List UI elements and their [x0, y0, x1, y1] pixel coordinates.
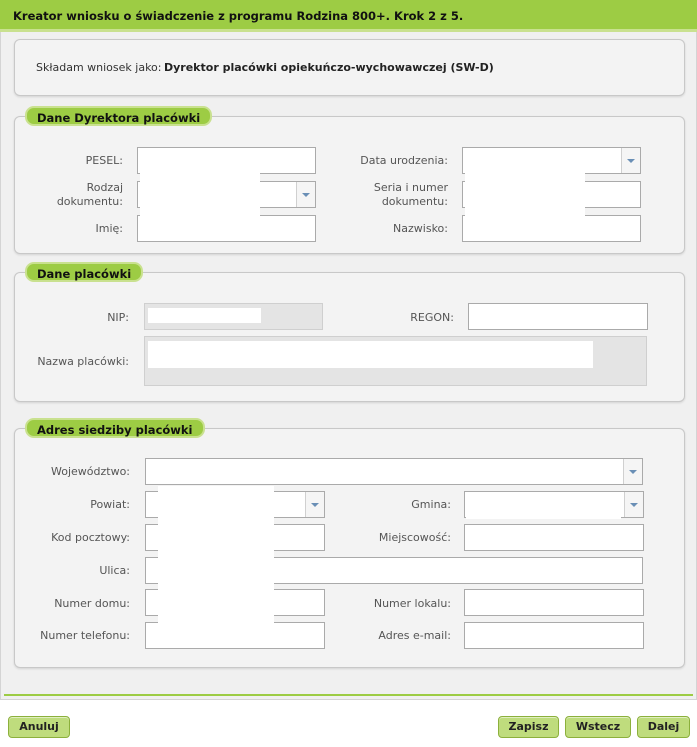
- lastname-label: Nazwisko:: [393, 222, 448, 235]
- institution-name-label: Nazwa placówki:: [37, 355, 129, 368]
- chevron-down-icon[interactable]: [624, 492, 643, 517]
- regon-label: REGON:: [410, 311, 454, 324]
- nip-label: NIP:: [107, 311, 129, 324]
- commune-label: Gmina:: [411, 498, 451, 511]
- redaction-mask: [140, 149, 260, 241]
- footer-divider: [4, 694, 693, 696]
- applicant-panel: Składam wniosek jako: Dyrektor placówki …: [14, 39, 685, 96]
- email-label: Adres e-mail:: [378, 629, 451, 642]
- doctype-label: Rodzaj dokumentu:: [57, 181, 123, 209]
- voivodeship-select[interactable]: [145, 458, 643, 485]
- redaction-mask: [465, 149, 585, 220]
- city-label: Miejscowość:: [378, 531, 451, 544]
- applicant-value: Dyrektor placówki opiekuńczo-wychowawcze…: [164, 61, 494, 74]
- redaction-mask: [466, 493, 621, 519]
- cancel-button[interactable]: Anuluj: [8, 716, 70, 738]
- redaction-mask: [148, 308, 261, 323]
- house-number-label: Numer domu:: [54, 597, 130, 610]
- applicant-label: Składam wniosek jako:: [36, 61, 162, 74]
- street-label: Ulica:: [99, 564, 130, 577]
- next-button[interactable]: Dalej: [637, 716, 690, 738]
- chevron-down-icon[interactable]: [621, 148, 640, 173]
- postcode-label: Kod pocztowy:: [51, 531, 130, 544]
- chevron-down-icon[interactable]: [623, 459, 642, 484]
- pesel-label: PESEL:: [85, 154, 123, 167]
- doctype-label-line2: dokumentu:: [56, 195, 123, 208]
- redaction-mask: [158, 486, 274, 646]
- city-input[interactable]: [464, 524, 644, 551]
- chevron-down-icon[interactable]: [296, 182, 315, 207]
- regon-input[interactable]: [468, 303, 648, 330]
- chevron-down-icon[interactable]: [305, 492, 324, 517]
- voivodeship-label: Województwo:: [50, 465, 130, 478]
- phone-label: Numer telefonu:: [40, 629, 130, 642]
- email-input[interactable]: [464, 622, 644, 649]
- docnumber-label: Seria i numer dokumentu:: [374, 181, 448, 209]
- redaction-mask: [148, 341, 593, 368]
- wizard-titlebar: Kreator wniosku o świadczenie z programu…: [0, 0, 697, 32]
- docnumber-label-line2: dokumentu:: [381, 195, 448, 208]
- apartment-number-label: Numer lokalu:: [373, 597, 451, 610]
- docnumber-label-line1: Seria i numer: [373, 181, 448, 194]
- address-legend: Adres siedziby placówki: [25, 418, 205, 438]
- director-legend: Dane Dyrektora placówki: [25, 106, 213, 126]
- back-button[interactable]: Wstecz: [565, 716, 631, 738]
- birthdate-label: Data urodzenia:: [360, 154, 448, 167]
- wizard-title: Kreator wniosku o świadczenie z programu…: [13, 9, 464, 23]
- firstname-label: Imię:: [95, 222, 124, 235]
- apartment-number-input[interactable]: [464, 589, 644, 616]
- institution-legend: Dane placówki: [25, 262, 144, 282]
- doctype-label-line1: Rodzaj: [86, 181, 123, 194]
- county-label: Powiat:: [90, 498, 130, 511]
- save-button[interactable]: Zapisz: [498, 716, 559, 738]
